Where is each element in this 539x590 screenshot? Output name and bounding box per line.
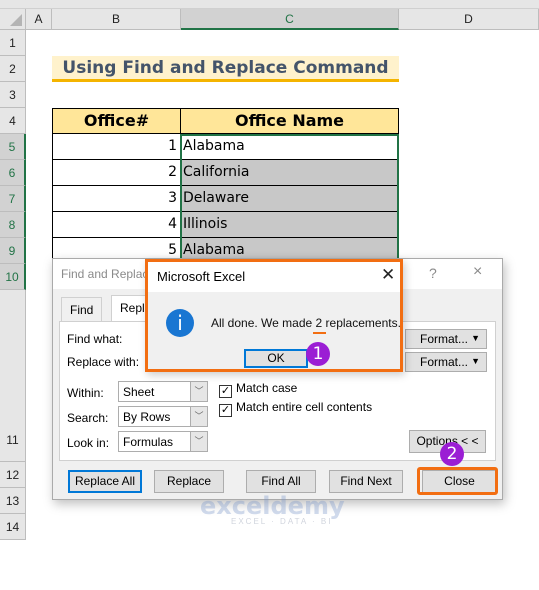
select-all-corner[interactable] xyxy=(0,9,26,30)
step-1-badge: 1 xyxy=(306,342,330,366)
find-next-button[interactable]: Find Next xyxy=(329,470,403,493)
replace-button[interactable]: Replace xyxy=(154,470,224,493)
table-cell-office-name[interactable]: Alabama xyxy=(181,134,399,160)
within-value: Sheet xyxy=(123,385,155,399)
find-format-label: Format... xyxy=(420,332,469,346)
info-icon: i xyxy=(166,309,194,337)
watermark-logo: exceldemy xyxy=(200,492,345,520)
help-icon[interactable]: ? xyxy=(429,265,437,281)
row-header-12[interactable]: 12 xyxy=(0,462,26,488)
formula-bar-strip xyxy=(0,0,539,9)
message-box-close-icon[interactable]: ✕ xyxy=(381,265,395,285)
table-cell-office-name[interactable]: California xyxy=(181,160,399,186)
tab-find-label: Find xyxy=(70,303,94,317)
step-2-badge: 2 xyxy=(440,442,464,466)
find-replace-close-icon[interactable]: × xyxy=(473,263,482,281)
find-replace-title: Find and Replace xyxy=(61,267,156,281)
find-format-button[interactable]: Format... ▼ xyxy=(405,329,487,349)
table-cell-office-name[interactable]: Illinois xyxy=(181,212,399,238)
table-header-office-number[interactable]: Office# xyxy=(52,108,181,134)
dropdown-arrow-icon: ▼ xyxy=(471,356,480,366)
search-select[interactable]: By Rows ﹀ xyxy=(118,406,208,427)
row-header-9[interactable]: 9 xyxy=(0,238,26,264)
within-select[interactable]: Sheet ﹀ xyxy=(118,381,208,402)
message-suffix: replacements. xyxy=(322,316,401,330)
replace-all-button[interactable]: Replace All xyxy=(68,470,142,493)
search-value: By Rows xyxy=(123,410,171,424)
replace-with-label: Replace with: xyxy=(67,355,140,369)
select-all-triangle-icon xyxy=(10,14,22,26)
sheet-title-cell[interactable]: Using Find and Replace Command xyxy=(52,56,399,82)
row-header-10[interactable]: 10 xyxy=(0,264,26,290)
replace-format-button[interactable]: Format... ▼ xyxy=(405,352,487,372)
column-header-a[interactable]: A xyxy=(26,9,52,30)
table-cell-office-number[interactable]: 3 xyxy=(52,186,181,212)
column-header-d[interactable]: D xyxy=(399,9,539,30)
find-what-label: Find what: xyxy=(67,332,123,346)
match-case-label: Match case xyxy=(236,381,298,395)
table-cell-office-number[interactable]: 2 xyxy=(52,160,181,186)
message-prefix: All done. We made xyxy=(211,316,316,330)
match-entire-label: Match entire cell contents xyxy=(236,400,373,414)
table-header-office-name[interactable]: Office Name xyxy=(180,108,399,134)
table-cell-office-number[interactable]: 4 xyxy=(52,212,181,238)
look-in-value: Formulas xyxy=(123,435,174,449)
row-header-14[interactable]: 14 xyxy=(0,514,26,540)
ok-button[interactable]: OK xyxy=(244,349,308,368)
close-button-highlight xyxy=(417,467,498,495)
within-label: Within: xyxy=(67,386,104,400)
row-header-3[interactable]: 3 xyxy=(0,82,26,108)
checkmark-icon: ✓ xyxy=(219,404,232,417)
count-underline-marker xyxy=(313,332,326,334)
row-header-1[interactable]: 1 xyxy=(0,30,26,56)
tab-find[interactable]: Find xyxy=(61,297,103,321)
search-label: Search: xyxy=(67,411,109,425)
checkmark-icon: ✓ xyxy=(219,385,232,398)
message-box-dialog: Microsoft Excel ✕ i All done. We made 2 … xyxy=(145,259,403,372)
row-header-11[interactable]: 11 xyxy=(0,290,26,462)
chevron-down-icon: ﹀ xyxy=(190,382,207,401)
row-header-4[interactable]: 4 xyxy=(0,108,26,134)
table-cell-office-number[interactable]: 1 xyxy=(52,134,181,160)
row-header-8[interactable]: 8 xyxy=(0,212,26,238)
row-header-6[interactable]: 6 xyxy=(0,160,26,186)
look-in-select[interactable]: Formulas ﹀ xyxy=(118,431,208,452)
message-text: All done. We made 2 replacements. xyxy=(211,316,401,330)
row-header-2[interactable]: 2 xyxy=(0,56,26,82)
chevron-down-icon: ﹀ xyxy=(190,432,207,451)
replace-format-label: Format... xyxy=(420,355,469,369)
watermark-tagline: EXCEL · DATA · BI xyxy=(231,517,333,526)
dropdown-arrow-icon: ▼ xyxy=(471,333,480,343)
match-entire-checkbox[interactable]: ✓ Match entire cell contents xyxy=(219,400,372,417)
match-case-checkbox[interactable]: ✓ Match case xyxy=(219,381,297,398)
row-header-13[interactable]: 13 xyxy=(0,488,26,514)
row-header-5[interactable]: 5 xyxy=(0,134,26,160)
look-in-label: Look in: xyxy=(67,436,110,450)
column-header-b[interactable]: B xyxy=(52,9,181,30)
column-header-c[interactable]: C xyxy=(181,9,399,30)
chevron-down-icon: ﹀ xyxy=(190,407,207,426)
row-header-7[interactable]: 7 xyxy=(0,186,26,212)
table-cell-office-name[interactable]: Delaware xyxy=(181,186,399,212)
find-all-button[interactable]: Find All xyxy=(246,470,316,493)
message-box-title: Microsoft Excel xyxy=(157,269,246,284)
